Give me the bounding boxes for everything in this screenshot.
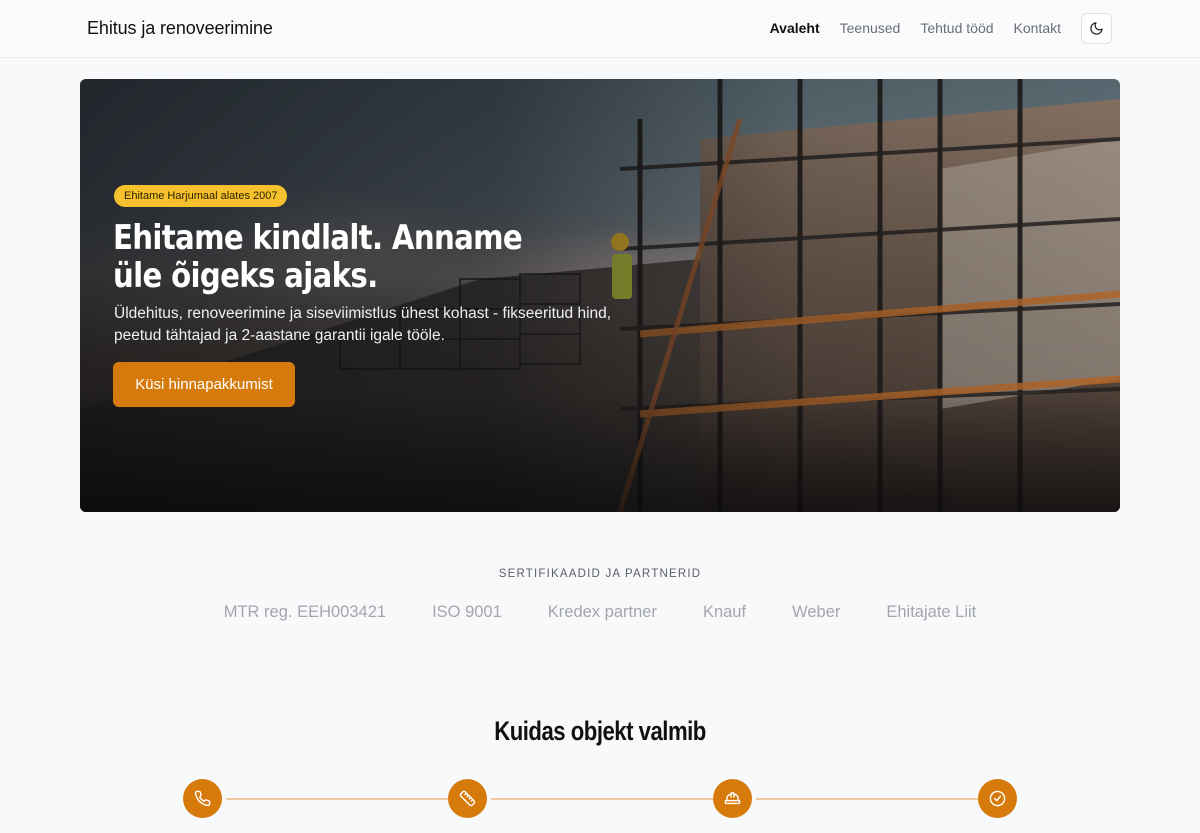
- moon-icon: [1090, 22, 1103, 35]
- nav-link-teenused[interactable]: Teenused: [840, 13, 901, 44]
- check-circle-icon: [989, 790, 1006, 807]
- nav-link-kontakt[interactable]: Kontakt: [1014, 13, 1061, 44]
- process-steps: [183, 779, 1017, 819]
- brand-name[interactable]: Ehitus ja renoveerimine: [87, 18, 273, 39]
- partner-item: ISO 9001: [432, 603, 502, 621]
- process-step-1: [183, 779, 222, 818]
- hero-badge: Ehitame Harjumaal alates 2007: [114, 185, 288, 207]
- hero-bottom-fade: [80, 392, 1120, 512]
- main-nav: Avaleht Teenused Tehtud tööd Kontakt: [770, 13, 1112, 44]
- hero-section: Ehitame Harjumaal alates 2007 Ehitame ki…: [80, 79, 1120, 512]
- request-quote-button[interactable]: Küsi hinnapakkumist: [113, 362, 295, 407]
- partner-item: Knauf: [702, 603, 747, 621]
- ruler-icon: [459, 790, 476, 807]
- partner-item: MTR reg. EEH003421: [223, 603, 387, 621]
- process-title-text: Kuidas objekt valmib: [494, 716, 706, 746]
- hero-description: Üldehitus, renoveerimine ja siseviimistl…: [114, 305, 612, 344]
- partners-heading: SERTIFIKAADID JA PARTNERID: [498, 568, 702, 580]
- phone-icon: [194, 790, 211, 807]
- process-step-2: [448, 779, 487, 818]
- step-connector: [756, 798, 978, 800]
- process-title: Kuidas objekt valmib: [0, 716, 1200, 747]
- theme-toggle-button[interactable]: [1081, 13, 1112, 44]
- step-connector: [491, 798, 713, 800]
- site-header: Ehitus ja renoveerimine Avaleht Teenused…: [0, 0, 1200, 58]
- partner-item: Kredex partner: [547, 603, 657, 621]
- step-connector: [226, 798, 448, 800]
- partner-item: Weber: [792, 603, 841, 621]
- hard-hat-icon: [724, 792, 741, 805]
- partners-list: MTR reg. EEH003421 ISO 9001 Kredex partn…: [0, 603, 1200, 622]
- nav-link-tehtud-tood[interactable]: Tehtud tööd: [920, 13, 993, 44]
- process-step-4: [978, 779, 1017, 818]
- process-step-3: [713, 779, 752, 818]
- hero-title: Ehitame kindlalt. Anname üle õigeks ajak…: [113, 218, 523, 296]
- nav-link-avaleht[interactable]: Avaleht: [770, 13, 820, 44]
- partner-item: Ehitajate Liit: [886, 603, 977, 621]
